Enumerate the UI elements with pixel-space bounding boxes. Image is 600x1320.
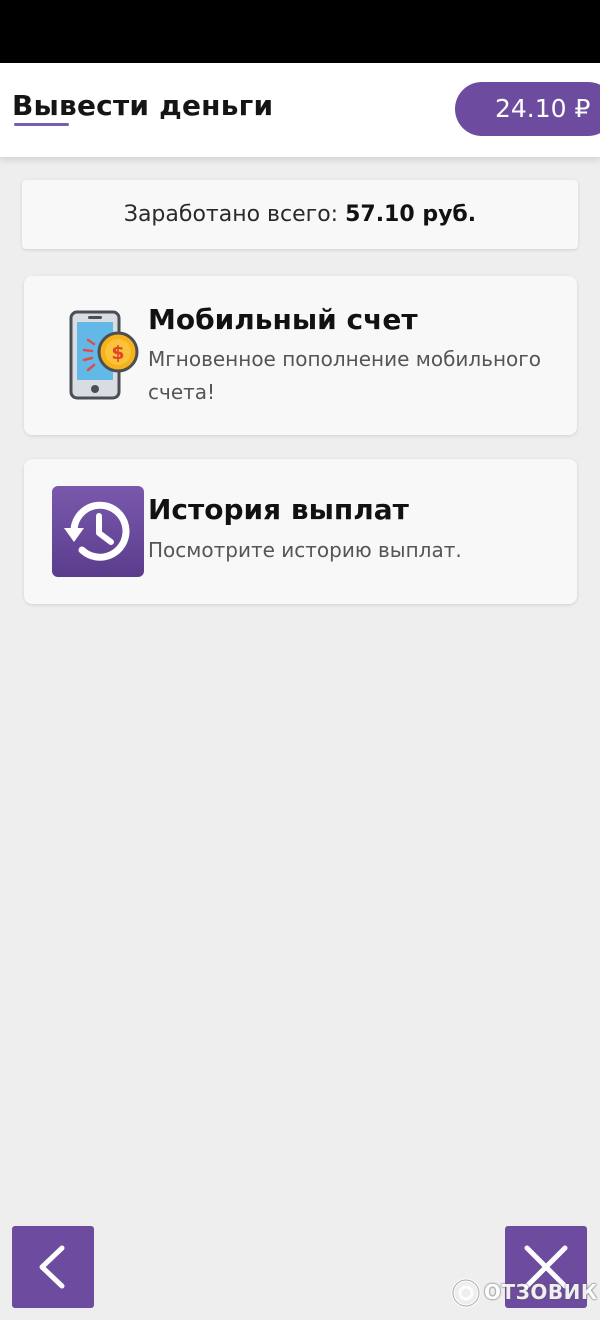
earned-value: 57.10 руб. xyxy=(345,202,477,227)
svg-text:$: $ xyxy=(111,342,124,364)
balance-badge[interactable]: 24.10 ₽ xyxy=(455,82,600,136)
mobile-account-description: Мгновенное пополнение мобильного счета! xyxy=(148,347,542,404)
payout-history-title: История выплат xyxy=(148,493,409,526)
earned-total-card: Заработано всего: 57.10 руб. xyxy=(22,180,578,249)
payout-history-option[interactable]: История выплат Посмотрите историю выплат… xyxy=(24,459,577,604)
mobile-account-option[interactable]: $ Мобильный счет Мгновенное пополнение м… xyxy=(24,276,577,435)
title-underline xyxy=(14,123,69,126)
watermark-logo-icon xyxy=(451,1278,481,1308)
watermark: ОТЗОВИК xyxy=(450,1276,597,1310)
page-title: Вывести деньги xyxy=(12,89,274,122)
chevron-left-icon xyxy=(39,1245,65,1289)
earned-label: Заработано всего: xyxy=(123,202,339,227)
history-icon xyxy=(52,486,144,577)
balance-value: 24.10 ₽ xyxy=(495,94,591,123)
payout-history-description: Посмотрите историю выплат. xyxy=(148,538,462,562)
app-header: Вывести деньги 24.10 ₽ xyxy=(0,63,600,157)
phone-coin-icon: $ xyxy=(66,310,142,402)
back-button[interactable] xyxy=(12,1226,94,1308)
mobile-account-title: Мобильный счет xyxy=(148,303,418,336)
watermark-text: ОТЗОВИК xyxy=(484,1280,598,1304)
status-bar xyxy=(0,0,600,63)
